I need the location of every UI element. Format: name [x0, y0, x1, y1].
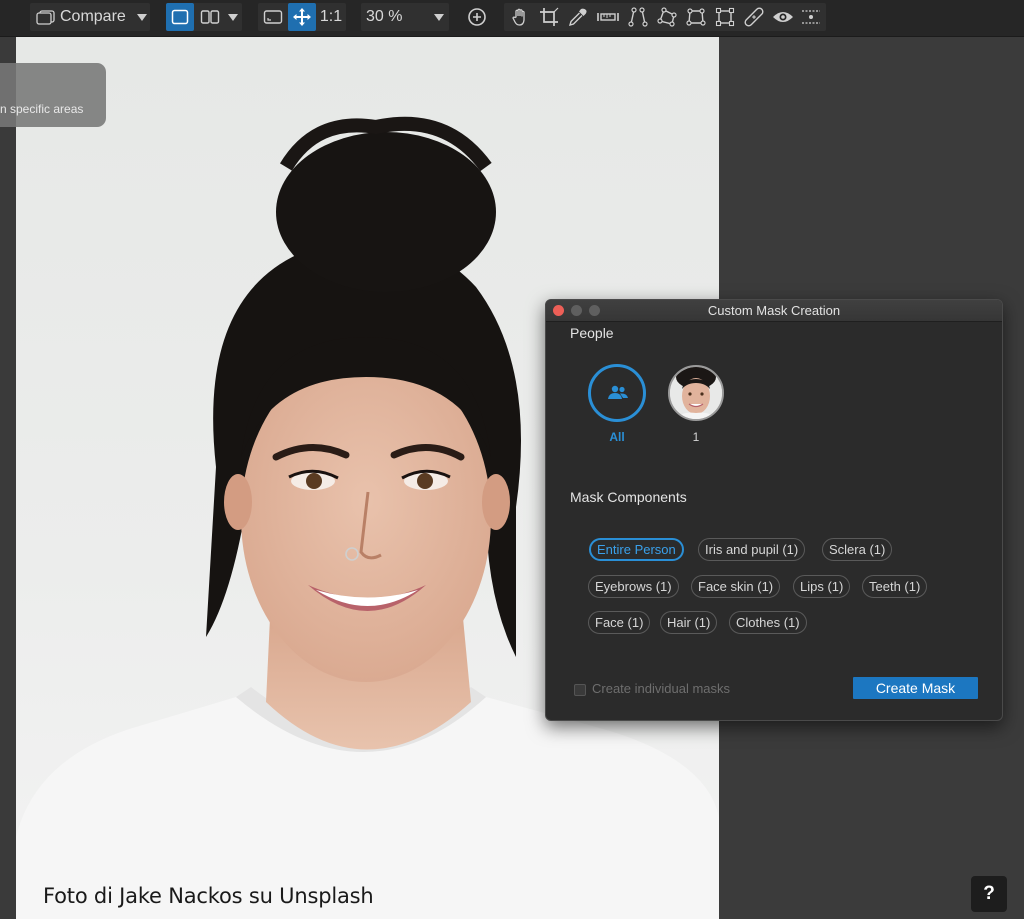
mask-components-heading: Mask Components — [570, 489, 687, 505]
zoom-window-button[interactable] — [589, 305, 600, 316]
photo-credit: Foto di Jake Nackos su Unsplash — [43, 884, 374, 908]
straighten-tool-button[interactable] — [593, 3, 622, 31]
view-mode-dropdown[interactable] — [226, 3, 240, 31]
compare-dropdown[interactable] — [135, 3, 149, 31]
create-individual-masks-label: Create individual masks — [592, 681, 731, 696]
custom-mask-dialog: Custom Mask Creation People All 1 Mask C… — [545, 299, 1003, 721]
canvas-left-margin — [0, 37, 16, 919]
tool-hint-tooltip: n specific areas — [0, 63, 106, 127]
help-label: ? — [983, 883, 995, 904]
people-heading: People — [570, 325, 614, 341]
tooltip-text: n specific areas — [0, 102, 84, 116]
help-button[interactable]: ? — [971, 876, 1007, 912]
compare-label: Compare — [60, 8, 126, 25]
zoom-value-field[interactable]: 30 % — [366, 3, 428, 31]
perspective-icon — [656, 7, 677, 27]
eyedropper-icon — [568, 7, 588, 27]
perspective-tool-button[interactable] — [653, 3, 680, 31]
chip-eyebrows[interactable]: Eyebrows (1) — [588, 575, 679, 598]
transform-icon — [715, 7, 735, 27]
chip-entire-person[interactable]: Entire Person — [589, 538, 684, 561]
single-view-icon — [171, 9, 189, 25]
zoom-100-label: 1:1 — [319, 8, 343, 25]
zoom-in-icon — [467, 7, 487, 27]
heal-tool-button[interactable] — [740, 3, 767, 31]
chip-sclera[interactable]: Sclera (1) — [822, 538, 893, 561]
create-mask-button[interactable]: Create Mask — [853, 677, 978, 699]
main-toolbar: Compare 1:1 30 % — [0, 0, 1024, 37]
zoom-in-button[interactable] — [464, 3, 490, 31]
crop-icon — [539, 7, 559, 27]
fit-to-screen-button[interactable] — [259, 3, 287, 31]
grid-icon — [801, 7, 821, 27]
chevron-down-icon — [137, 13, 147, 21]
grid-overlay-button[interactable] — [798, 3, 824, 31]
crop-tool-button[interactable] — [535, 3, 562, 31]
lasso-icon — [685, 7, 706, 27]
eyedropper-tool-button[interactable] — [564, 3, 591, 31]
move-icon — [292, 7, 312, 27]
face-thumbnail — [670, 367, 722, 419]
hand-icon — [510, 7, 530, 27]
chip-clothes[interactable]: Clothes (1) — [729, 611, 807, 634]
split-view-button[interactable] — [197, 3, 223, 31]
keystone-icon — [627, 7, 648, 27]
chevron-down-icon — [228, 13, 238, 21]
app-window: Compare 1:1 30 % n specific areas Foto d… — [0, 0, 1024, 919]
chip-iris-and-pupil[interactable]: Iris and pupil (1) — [698, 538, 806, 561]
zoom-dropdown[interactable] — [432, 3, 446, 31]
visibility-toggle-button[interactable] — [769, 3, 796, 31]
straighten-icon — [596, 7, 619, 27]
compare-icon — [36, 9, 56, 25]
hand-tool-button[interactable] — [506, 3, 533, 31]
chip-teeth[interactable]: Teeth (1) — [862, 575, 928, 598]
chip-lips[interactable]: Lips (1) — [793, 575, 851, 598]
compare-button[interactable]: Compare — [36, 3, 132, 31]
zoom-value: 30 % — [366, 8, 403, 25]
chip-hair[interactable]: Hair (1) — [660, 611, 718, 634]
close-window-button[interactable] — [553, 305, 564, 316]
dialog-title: Custom Mask Creation — [707, 303, 841, 318]
single-view-button[interactable] — [166, 3, 194, 31]
create-individual-masks-checkbox[interactable] — [574, 684, 586, 696]
person-1-button[interactable] — [668, 365, 724, 421]
keystone-tool-button[interactable] — [624, 3, 651, 31]
move-tool-button[interactable] — [288, 3, 316, 31]
minimize-window-button[interactable] — [571, 305, 582, 316]
people-icon — [607, 385, 629, 406]
person-1-label: 1 — [692, 430, 700, 444]
dialog-title-bar: Custom Mask Creation — [546, 300, 1002, 322]
chip-face[interactable]: Face (1) — [588, 611, 651, 634]
person-all-label: All — [609, 430, 625, 444]
chip-face-skin[interactable]: Face skin (1) — [691, 575, 781, 598]
split-view-icon — [200, 9, 220, 25]
eye-icon — [772, 9, 794, 25]
fit-icon — [263, 9, 283, 25]
person-all-button[interactable] — [588, 364, 646, 422]
transform-tool-button[interactable] — [711, 3, 738, 31]
lasso-tool-button[interactable] — [682, 3, 709, 31]
chevron-down-icon — [434, 13, 444, 21]
heal-icon — [743, 7, 764, 27]
zoom-100-button[interactable]: 1:1 — [318, 3, 344, 31]
